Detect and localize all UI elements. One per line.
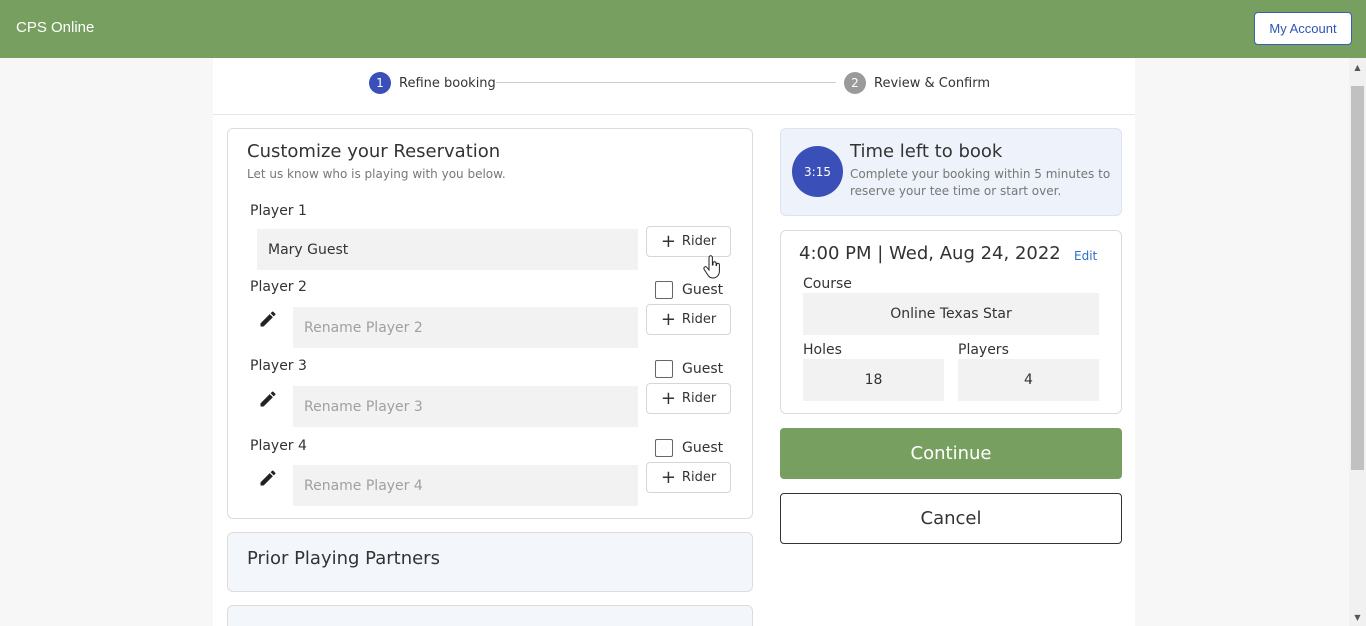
course-label: Course: [803, 276, 852, 292]
checkbox-box: [655, 360, 673, 378]
course-value: Online Texas Star: [803, 293, 1099, 335]
pencil-icon[interactable]: [258, 309, 278, 329]
step-review-confirm: 2 Review & Confirm: [844, 72, 990, 94]
rider-label: Rider: [681, 470, 717, 485]
plus-icon: +: [660, 230, 676, 252]
prior-playing-partners-card[interactable]: Prior Playing Partners: [227, 532, 753, 592]
players-label: Players: [958, 342, 1009, 358]
guest-label: Guest: [682, 440, 724, 456]
scroll-up-arrow-icon[interactable]: ▲: [1349, 60, 1366, 74]
step-number-badge: 1: [369, 72, 391, 94]
player-2-add-rider-button[interactable]: + Rider: [646, 304, 731, 335]
player-3-guest-checkbox[interactable]: Guest: [655, 360, 723, 378]
step-label: Review & Confirm: [874, 75, 991, 91]
players-value: 4: [958, 359, 1099, 401]
player-2-name-field[interactable]: [293, 307, 638, 348]
player-4-add-rider-button[interactable]: + Rider: [646, 462, 731, 493]
cancel-button[interactable]: Cancel: [780, 493, 1122, 544]
rider-label: Rider: [681, 312, 717, 327]
collapsed-section-card[interactable]: [227, 605, 753, 626]
continue-button[interactable]: Continue: [780, 428, 1122, 479]
timer-description: Complete your booking within 5 minutes t…: [850, 167, 1111, 198]
player-4-label: Player 4: [250, 438, 307, 454]
player-3-add-rider-button[interactable]: + Rider: [646, 383, 731, 414]
tee-time-datetime: 4:00 PM | Wed, Aug 24, 2022: [799, 243, 1061, 264]
customize-reservation-card: Customize your Reservation Let us know w…: [227, 128, 753, 519]
booking-timer-card: 3:15 Time left to book Complete your boo…: [780, 128, 1122, 216]
player-3-label: Player 3: [250, 358, 307, 374]
rider-label: Rider: [681, 234, 717, 249]
main-content: 1 Refine booking 2 Review & Confirm Cust…: [213, 58, 1135, 626]
player-1-label: Player 1: [250, 203, 307, 219]
plus-icon: +: [660, 466, 676, 488]
checkbox-box: [655, 439, 673, 457]
player-4-guest-checkbox[interactable]: Guest: [655, 439, 723, 457]
player-1-add-rider-button[interactable]: + Rider: [646, 226, 731, 257]
holes-label: Holes: [803, 342, 842, 358]
my-account-button[interactable]: My Account: [1254, 12, 1352, 45]
step-number-badge: 2: [844, 72, 866, 94]
guest-label: Guest: [682, 282, 724, 298]
scrollbar-thumb[interactable]: [1351, 86, 1364, 470]
rider-label: Rider: [681, 391, 717, 406]
guest-label: Guest: [682, 361, 724, 377]
player-3-name-field[interactable]: [293, 386, 638, 427]
step-refine-booking: 1 Refine booking: [369, 72, 496, 94]
prior-partners-title: Prior Playing Partners: [247, 548, 440, 569]
holes-value: 18: [803, 359, 944, 401]
scroll-down-arrow-icon[interactable]: ▼: [1349, 610, 1366, 624]
stepper-connector: [496, 82, 836, 83]
player-2-guest-checkbox[interactable]: Guest: [655, 281, 723, 299]
page-scrollbar[interactable]: ▲ ▼: [1349, 58, 1366, 626]
brand-name[interactable]: CPS Online: [16, 19, 94, 36]
step-label: Refine booking: [399, 75, 496, 91]
player-1-name-field[interactable]: [257, 229, 638, 270]
pencil-icon[interactable]: [258, 468, 278, 488]
pencil-icon[interactable]: [258, 389, 278, 409]
customize-title: Customize your Reservation: [247, 141, 501, 162]
plus-icon: +: [660, 308, 676, 330]
top-navigation-bar: CPS Online My Account: [0, 0, 1366, 58]
customize-subtitle: Let us know who is playing with you belo…: [247, 167, 506, 181]
tee-time-details-card: 4:00 PM | Wed, Aug 24, 2022 Edit Course …: [780, 230, 1122, 414]
player-4-name-field[interactable]: [293, 465, 638, 506]
player-2-label: Player 2: [250, 279, 307, 295]
edit-tee-time-link[interactable]: Edit: [1074, 249, 1097, 263]
countdown-timer: 3:15: [792, 146, 843, 197]
booking-stepper: 1 Refine booking 2 Review & Confirm: [213, 58, 1135, 115]
plus-icon: +: [660, 387, 676, 409]
timer-title: Time left to book: [850, 141, 1003, 162]
checkbox-box: [655, 281, 673, 299]
